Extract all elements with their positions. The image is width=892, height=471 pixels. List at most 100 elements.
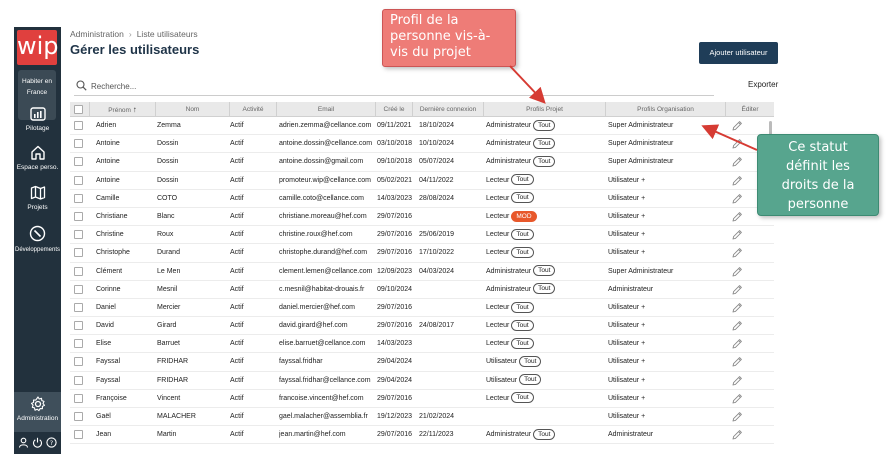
- row-checkbox[interactable]: [74, 375, 83, 385]
- sidebar-item-administration[interactable]: Administration: [14, 392, 61, 432]
- table-row[interactable]: Daniel Mercier Actif daniel.mercier@hef.com…: [70, 299, 774, 318]
- table-row[interactable]: Antoine Dossin Actif antoine.dossin@cellanc…: [70, 135, 774, 154]
- table-row[interactable]: David Girard Actif david.girard@hef.com 29/0…: [70, 317, 774, 336]
- sidebar-item-espace-perso[interactable]: Espace perso.: [14, 145, 61, 171]
- edit-pencil-icon[interactable]: [731, 338, 743, 350]
- edit-pencil-icon[interactable]: [731, 284, 743, 296]
- row-checkbox[interactable]: [74, 230, 83, 240]
- sidebar-item-projets[interactable]: Projets: [14, 185, 61, 211]
- row-checkbox[interactable]: [74, 157, 83, 167]
- scope-tag[interactable]: Tout: [533, 283, 556, 295]
- app-logo[interactable]: wip: [17, 30, 59, 65]
- row-checkbox[interactable]: [74, 121, 83, 130]
- scope-tag[interactable]: Tout: [519, 356, 542, 368]
- edit-pencil-icon[interactable]: [731, 138, 743, 150]
- scope-tag[interactable]: Tout: [511, 319, 534, 331]
- sidebar-item-developpements[interactable]: Développements: [14, 225, 61, 253]
- edit-pencil-icon[interactable]: [731, 156, 743, 168]
- edit-pencil-icon[interactable]: [731, 266, 743, 278]
- table-row[interactable]: Christine Roux Actif christine.roux@hef.com…: [70, 226, 774, 245]
- edit-pencil-icon[interactable]: [731, 211, 743, 223]
- sidebar-item-pilotage[interactable]: Pilotage: [14, 107, 61, 132]
- header-activite[interactable]: Activité: [230, 102, 277, 117]
- edit-pencil-icon[interactable]: [731, 302, 743, 314]
- table-row[interactable]: Christiane Blanc Actif christiane.moreau@he…: [70, 208, 774, 227]
- edit-pencil-icon[interactable]: [731, 229, 743, 241]
- row-checkbox[interactable]: [74, 211, 83, 221]
- help-icon[interactable]: ?: [46, 437, 57, 448]
- row-checkbox[interactable]: [74, 193, 83, 203]
- table-row[interactable]: Antoine Dossin Actif promoteur.wip@cellance…: [70, 172, 774, 190]
- header-email[interactable]: Email: [277, 102, 376, 117]
- row-checkbox[interactable]: [74, 284, 83, 294]
- user-icon[interactable]: [18, 437, 29, 448]
- search-input[interactable]: [91, 80, 591, 92]
- scope-tag[interactable]: Tout: [511, 392, 534, 404]
- table-row[interactable]: Adrien Zemma Actif adrien.zemma@cellance.co…: [70, 117, 774, 136]
- export-button[interactable]: Exporter: [748, 80, 778, 89]
- edit-pencil-icon[interactable]: [731, 429, 743, 441]
- scope-tag[interactable]: MOD: [511, 210, 537, 222]
- table-row[interactable]: Camille COTO Actif camille.coto@cellance.co…: [70, 190, 774, 208]
- edit-pencil-icon[interactable]: [731, 411, 743, 423]
- table-row[interactable]: Corinne Mesnil Actif c.mesnil@habitat-droua…: [70, 281, 774, 299]
- table-row[interactable]: Antoine Dossin Actif antoine.dossin@gmail.c…: [70, 153, 774, 172]
- edit-pencil-icon[interactable]: [731, 193, 743, 205]
- table-row[interactable]: Françoise Vincent Actif francoise.vincent@h…: [70, 390, 774, 408]
- header-select-all: [70, 102, 90, 117]
- row-checkbox[interactable]: [74, 266, 83, 276]
- table-row[interactable]: Clément Le Men Actif clement.lemen@cellance…: [70, 263, 774, 281]
- row-checkbox[interactable]: [74, 339, 83, 349]
- edit-pencil-icon[interactable]: [731, 375, 743, 387]
- row-checkbox[interactable]: [74, 321, 83, 331]
- power-icon[interactable]: [32, 437, 43, 448]
- scope-tag[interactable]: Tout: [519, 374, 542, 386]
- header-profils-organisation[interactable]: Profils Organisation: [606, 102, 726, 117]
- header-nom[interactable]: Nom: [156, 102, 230, 117]
- scope-tag[interactable]: Tout: [533, 137, 556, 149]
- scope-tag[interactable]: Tout: [533, 156, 556, 168]
- scope-tag[interactable]: Tout: [533, 265, 556, 277]
- row-checkbox[interactable]: [74, 357, 83, 367]
- scope-tag[interactable]: Tout: [511, 301, 534, 313]
- scope-tag[interactable]: Tout: [533, 119, 556, 131]
- scope-tag[interactable]: Tout: [511, 192, 534, 204]
- table-row[interactable]: Christophe Durand Actif christophe.durand@h…: [70, 244, 774, 263]
- breadcrumb-root[interactable]: Administration: [70, 29, 124, 39]
- row-checkbox[interactable]: [74, 430, 83, 440]
- select-all-checkbox[interactable]: [74, 105, 83, 114]
- scope-tag[interactable]: Tout: [511, 174, 534, 186]
- header-cree-le[interactable]: Créé le: [376, 102, 413, 117]
- add-user-button[interactable]: Ajouter utilisateur: [699, 42, 778, 64]
- cell-email: gael.malacher@assemblia.fr: [279, 413, 368, 420]
- header-prenom[interactable]: Prénom ↑: [90, 102, 156, 117]
- row-checkbox[interactable]: [74, 412, 83, 421]
- edit-pencil-icon[interactable]: [731, 393, 743, 405]
- cell-profil-projet: Lecteur Tout: [486, 190, 604, 208]
- cell-prenom: Christine: [96, 231, 124, 239]
- scope-tag[interactable]: Tout: [511, 228, 534, 240]
- cell-profil-projet: Lecteur Tout: [486, 335, 604, 353]
- row-checkbox[interactable]: [74, 248, 83, 258]
- edit-pencil-icon[interactable]: [731, 356, 743, 368]
- table-row[interactable]: Fayssal FRIDHAR Actif fayssal.fridhar 29/04/…: [70, 353, 774, 372]
- table-row[interactable]: Gaël MALACHER Actif gael.malacher@assemblia…: [70, 408, 774, 427]
- edit-pencil-icon[interactable]: [731, 120, 743, 132]
- header-derniere-connexion[interactable]: Dernière connexion: [413, 102, 484, 117]
- cell-derniere: 18/10/2024: [419, 122, 455, 129]
- header-profils-projet[interactable]: Profils Projet: [484, 102, 606, 117]
- edit-pencil-icon[interactable]: [731, 175, 743, 187]
- table-row[interactable]: Jean Martin Actif jean.martin@hef.com 29/07/…: [70, 426, 774, 445]
- row-checkbox[interactable]: [74, 175, 83, 185]
- cell-activite: Actif: [230, 394, 244, 402]
- table-row[interactable]: Fayssal FRIDHAR Actif fayssal.fridhar@cella…: [70, 372, 774, 390]
- edit-pencil-icon[interactable]: [731, 247, 743, 259]
- row-checkbox[interactable]: [74, 393, 83, 403]
- scope-tag[interactable]: Tout: [533, 428, 556, 440]
- edit-pencil-icon[interactable]: [731, 320, 743, 332]
- row-checkbox[interactable]: [74, 139, 83, 149]
- row-checkbox[interactable]: [74, 302, 83, 312]
- scope-tag[interactable]: Tout: [511, 337, 534, 349]
- table-row[interactable]: Elise Barruet Actif elise.barruet@cellance.…: [70, 335, 774, 354]
- scope-tag[interactable]: Tout: [511, 246, 534, 258]
